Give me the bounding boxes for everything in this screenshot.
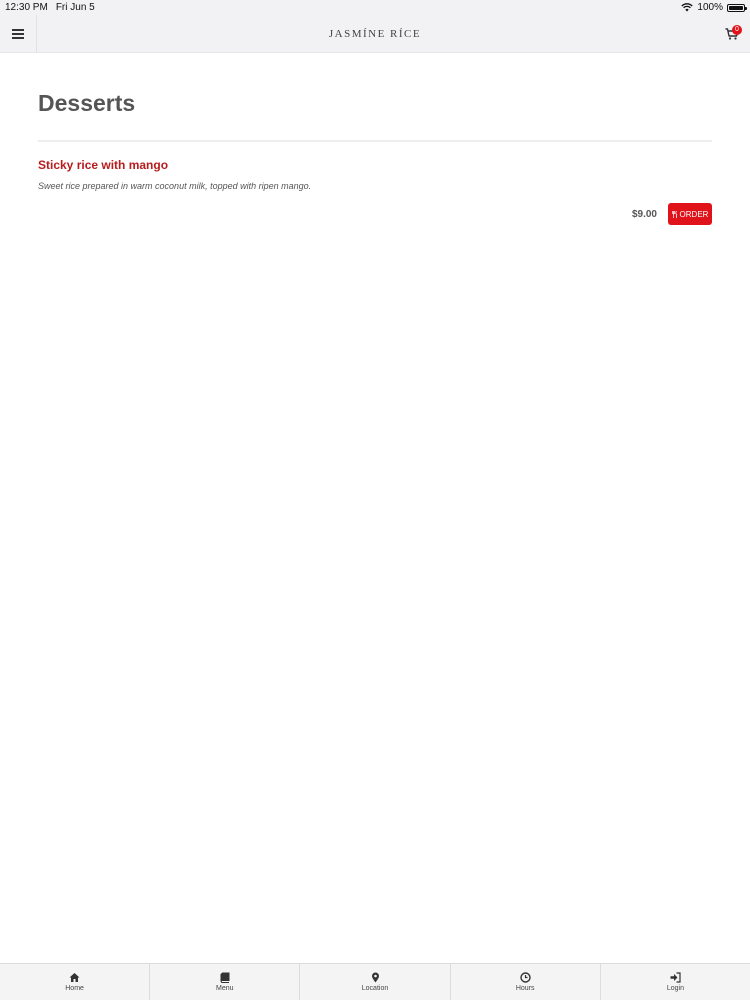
item-price-row: $9.00 ORDER [38, 203, 712, 225]
cart-count-badge: 0 [732, 24, 742, 35]
logo[interactable]: JASMÍNE RÍCE [37, 28, 713, 40]
item-name[interactable]: Sticky rice with mango [38, 158, 712, 172]
tab-login[interactable]: Login [601, 964, 750, 1000]
home-icon [69, 973, 80, 982]
battery-icon [727, 3, 747, 12]
status-date: Fri Jun 5 [55, 2, 95, 13]
status-left: 12:30 PM Fri Jun 5 [5, 2, 95, 13]
battery-percent: 100% [697, 2, 723, 13]
login-icon [670, 972, 681, 983]
hamburger-icon [12, 28, 24, 39]
tab-location[interactable]: Location [300, 964, 451, 1000]
section-title: Desserts [38, 90, 136, 116]
clock-icon [520, 972, 531, 983]
menu-button[interactable] [0, 14, 37, 53]
app-header: JASMÍNE RÍCE 0 [0, 14, 750, 53]
item-price: $9.00 [631, 208, 657, 220]
tab-label-hours: Hours [515, 985, 535, 992]
tab-home[interactable]: Home [0, 964, 151, 1000]
status-bar: 12:30 PM Fri Jun 5 100% [0, 0, 750, 15]
book-icon [220, 972, 230, 983]
order-button-label: ORDER [679, 209, 709, 219]
order-button[interactable]: ORDER [668, 203, 712, 225]
utensils-icon [671, 210, 677, 218]
main-content: Desserts Sticky rice with mango Sweet ri… [38, 53, 712, 225]
divider [38, 140, 712, 142]
tab-label-home: Home [65, 985, 84, 992]
status-time: 12:30 PM [5, 2, 48, 13]
item-description: Sweet rice prepared in warm coconut milk… [38, 181, 312, 191]
status-right: 100% [681, 2, 747, 13]
tab-menu[interactable]: Menu [150, 964, 301, 1000]
menu-item: Sticky rice with mango Sweet rice prepar… [38, 158, 712, 225]
wifi-icon [681, 3, 694, 12]
tab-hours[interactable]: Hours [451, 964, 601, 1000]
tab-label-login: Login [666, 985, 684, 992]
bottom-tab-bar: Home Menu Location Hours Login [0, 963, 750, 1000]
tab-label-location: Location [361, 985, 389, 992]
tab-label-menu: Menu [216, 985, 234, 992]
cart-button[interactable]: 0 [713, 15, 750, 53]
map-pin-icon [371, 972, 379, 983]
